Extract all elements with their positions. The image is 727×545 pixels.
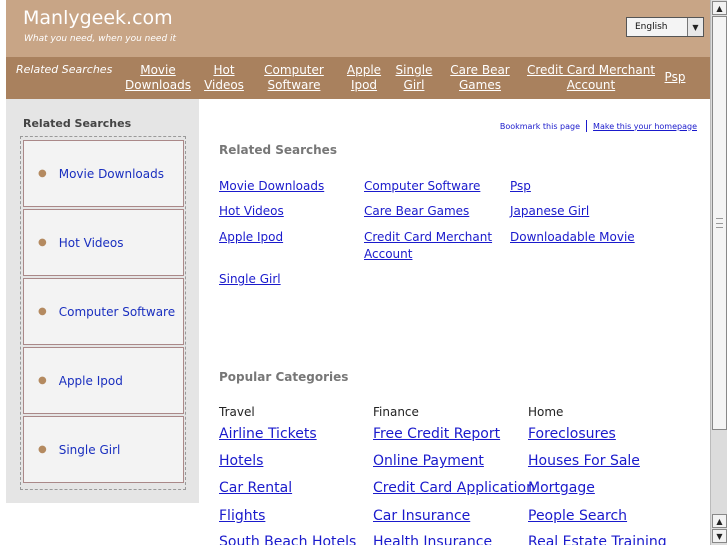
category-link[interactable]: South Beach Hotels: [219, 534, 356, 545]
nav-link-line: Software: [267, 78, 321, 92]
nav-link-computer-software[interactable]: Computer Software: [262, 63, 326, 93]
nav-link-line: Videos: [204, 78, 244, 92]
category-link[interactable]: Health Insurance: [373, 534, 492, 545]
sidebar: Related Searches ● Movie Downloads ● Hot…: [6, 99, 199, 503]
sidebar-item-label: Hot Videos: [58, 235, 124, 250]
sidebar-list: ● Movie Downloads ● Hot Videos ● Compute…: [20, 136, 186, 490]
nav-link-line: Hot: [213, 63, 235, 77]
related-link[interactable]: Psp: [510, 178, 531, 195]
related-link[interactable]: Apple Ipod: [219, 229, 283, 246]
related-link[interactable]: Credit Card Merchant Account: [364, 229, 499, 263]
nav-link-single-girl[interactable]: Single Girl: [394, 63, 434, 93]
language-select[interactable]: English ▼: [626, 17, 704, 37]
category-link[interactable]: Online Payment: [373, 453, 484, 469]
grip-icon: [716, 218, 723, 228]
sidebar-item-single-girl[interactable]: ● Single Girl: [23, 416, 184, 483]
nav-link-psp[interactable]: Psp: [660, 70, 690, 85]
related-link[interactable]: Hot Videos: [219, 203, 284, 220]
nav-link-line: Credit Card Merchant: [526, 63, 656, 77]
category-link[interactable]: Houses For Sale: [528, 453, 640, 469]
vertical-scrollbar[interactable]: ▲ ▲ ▼: [710, 0, 727, 545]
nav-link-line: Ipod: [350, 78, 378, 92]
sidebar-item-apple-ipod[interactable]: ● Apple Ipod: [23, 347, 184, 414]
nav-link-hot-videos[interactable]: Hot Videos: [202, 63, 246, 93]
nav-link-line: Psp: [664, 70, 686, 84]
scrollbar-thumb[interactable]: [712, 16, 727, 430]
related-link[interactable]: Downloadable Movie: [510, 229, 635, 246]
nav-link-care-bear-games[interactable]: Care Bear Games: [448, 63, 512, 93]
site-header: Manlygeek.com What you need, when you ne…: [6, 0, 710, 57]
category-link[interactable]: Foreclosures: [528, 426, 616, 442]
related-link[interactable]: Movie Downloads: [219, 178, 324, 195]
category-heading-home: Home: [528, 405, 564, 419]
bullet-icon: ●: [38, 168, 47, 179]
related-link[interactable]: Computer Software: [364, 178, 480, 195]
scroll-up-icon[interactable]: ▲: [712, 1, 727, 15]
nav-link-movie-downloads[interactable]: Movie Downloads: [125, 63, 191, 93]
nav-link-line: Account: [566, 78, 616, 92]
sidebar-item-movie-downloads[interactable]: ● Movie Downloads: [23, 140, 184, 207]
page: Manlygeek.com What you need, when you ne…: [0, 0, 710, 545]
related-link[interactable]: Single Girl: [219, 271, 281, 288]
category-heading-finance: Finance: [373, 405, 419, 419]
nav-heading: Related Searches: [16, 63, 113, 76]
sidebar-item-label: Computer Software: [58, 304, 176, 319]
nav-link-apple-ipod[interactable]: Apple Ipod: [344, 63, 384, 93]
nav-link-line: Single: [395, 63, 433, 77]
related-searches-nav: Related Searches Movie Downloads Hot Vid…: [6, 57, 710, 99]
chevron-down-icon[interactable]: ▼: [687, 18, 703, 36]
category-link[interactable]: Airline Tickets: [219, 426, 317, 442]
nav-link-credit-card-merchant-account[interactable]: Credit Card Merchant Account: [526, 63, 656, 93]
site-title[interactable]: Manlygeek.com: [23, 7, 173, 29]
nav-link-line: Girl: [403, 78, 425, 92]
sidebar-item-hot-videos[interactable]: ● Hot Videos: [23, 209, 184, 276]
sidebar-title: Related Searches: [23, 117, 132, 130]
sidebar-item-label: Apple Ipod: [58, 373, 123, 388]
bookmark-link[interactable]: Bookmark this page: [500, 122, 580, 131]
related-link[interactable]: Care Bear Games: [364, 203, 469, 220]
divider: [586, 120, 588, 132]
bullet-icon: ●: [38, 375, 47, 386]
bookmark-bar: Bookmark this page Make this your homepa…: [500, 120, 697, 132]
sidebar-item-label: Movie Downloads: [58, 166, 164, 181]
site-tagline: What you need, when you need it: [24, 34, 177, 44]
category-link[interactable]: Free Credit Report: [373, 426, 500, 442]
scroll-down-icon[interactable]: ▼: [712, 529, 727, 543]
category-link[interactable]: Flights: [219, 508, 265, 524]
category-link[interactable]: Real Estate Training: [528, 534, 667, 545]
related-link[interactable]: Japanese Girl: [510, 203, 589, 220]
nav-link-line: Games: [459, 78, 501, 92]
popular-categories-title: Popular Categories: [219, 370, 349, 384]
nav-link-line: Apple: [346, 63, 382, 77]
category-link[interactable]: Car Insurance: [373, 508, 470, 524]
category-link[interactable]: People Search: [528, 508, 627, 524]
category-link[interactable]: Car Rental: [219, 480, 292, 496]
nav-link-line: Care Bear: [450, 63, 510, 77]
sidebar-item-label: Single Girl: [58, 442, 121, 457]
scroll-up-icon[interactable]: ▲: [712, 514, 727, 528]
bullet-icon: ●: [38, 444, 47, 455]
homepage-link[interactable]: Make this your homepage: [593, 122, 697, 131]
category-link[interactable]: Hotels: [219, 453, 263, 469]
category-link[interactable]: Mortgage: [528, 480, 595, 496]
language-value: English: [635, 22, 668, 32]
sidebar-item-computer-software[interactable]: ● Computer Software: [23, 278, 184, 345]
nav-link-line: Downloads: [125, 78, 191, 92]
nav-link-line: Movie: [140, 63, 176, 77]
nav-link-line: Computer: [264, 63, 324, 77]
bullet-icon: ●: [38, 306, 47, 317]
related-searches-title: Related Searches: [219, 143, 337, 157]
category-heading-travel: Travel: [219, 405, 255, 419]
bullet-icon: ●: [38, 237, 47, 248]
category-link[interactable]: Credit Card Application: [373, 480, 535, 496]
